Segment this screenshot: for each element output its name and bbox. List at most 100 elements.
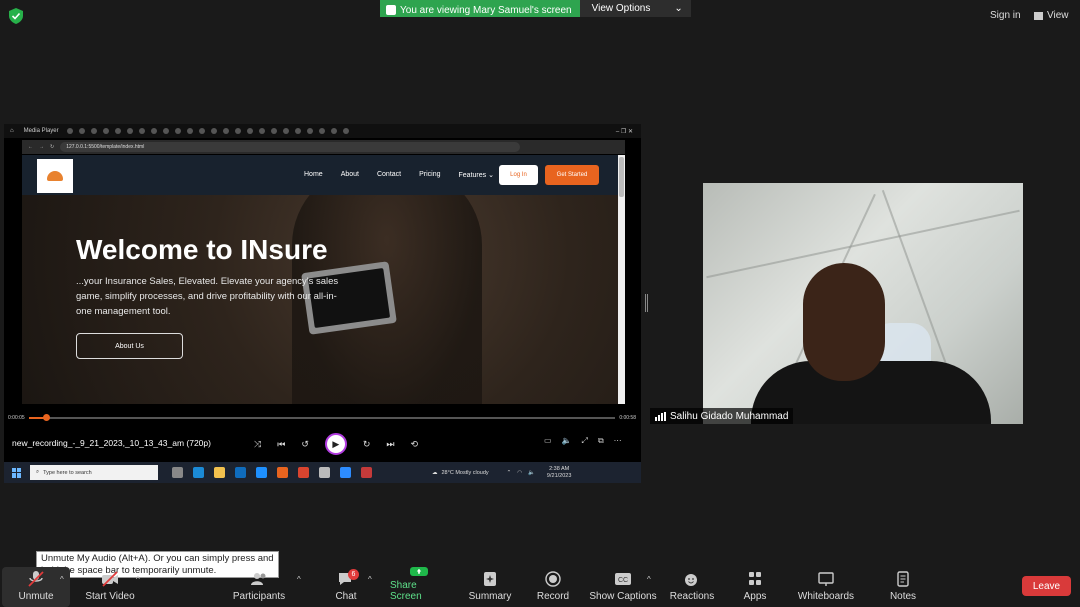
network-icon: ⌃ xyxy=(506,469,512,476)
windows-taskbar: ⌕ Type here to search ☁ 28°C Mostly clou… xyxy=(4,462,641,483)
shuffle-icon: ⤨ xyxy=(254,438,262,449)
signal-bars-icon xyxy=(655,411,666,421)
summary-icon xyxy=(484,572,496,586)
mail-icon xyxy=(256,467,267,478)
nav-home: Home xyxy=(304,171,323,178)
website-preview: Home About Contact Pricing Features ⌄ Lo… xyxy=(22,155,618,404)
wifi-icon: ◠ xyxy=(517,469,523,476)
audio-options-caret[interactable]: ^ xyxy=(60,575,64,584)
edge-icon xyxy=(193,467,204,478)
cast-icon: ▭ xyxy=(544,436,552,445)
apps-icon xyxy=(749,572,761,585)
view-button[interactable]: View xyxy=(1034,10,1069,21)
chat-icon: 6 xyxy=(337,569,359,587)
start-video-label: Start Video xyxy=(85,591,135,602)
chat-button[interactable]: 6 Chat xyxy=(326,567,366,607)
notes-icon xyxy=(897,571,909,587)
security-shield-icon[interactable] xyxy=(9,8,23,24)
chat-caret[interactable]: ^ xyxy=(368,575,372,584)
view-options-label: View Options xyxy=(591,3,651,14)
summary-label: Summary xyxy=(468,591,512,602)
url-field: 127.0.0.1:5500/template/index.html xyxy=(60,142,521,152)
participant-name: Salihu Gidado Muhammad xyxy=(670,410,789,422)
start-video-button[interactable]: Start Video xyxy=(82,567,138,607)
taskbar-weather: ☁ 28°C Mostly cloudy xyxy=(432,469,489,476)
leave-button[interactable]: Leave xyxy=(1022,576,1071,596)
more-icon: ⋯ xyxy=(613,436,622,445)
site-login-button: Log In xyxy=(499,165,538,185)
chrome-icon xyxy=(298,467,309,478)
viewing-status: You are viewing Mary Samuel's screen xyxy=(380,0,580,17)
apps-label: Apps xyxy=(743,591,767,602)
split-view-handle[interactable] xyxy=(645,294,648,312)
whiteboards-label: Whiteboards xyxy=(797,591,855,602)
home-icon: ⌂ xyxy=(10,128,14,134)
reactions-button[interactable]: Reactions xyxy=(668,567,716,607)
participant-name-tag: Salihu Gidado Muhammad xyxy=(650,408,794,424)
search-icon: ⌕ xyxy=(36,469,40,475)
system-tray: ⌃ ◠ 🔈 xyxy=(507,470,535,476)
play-icon: ▶ xyxy=(324,433,347,455)
store-icon xyxy=(235,467,246,478)
shared-screen[interactable]: ⌂ Media Player – ❐ ✕ ← → ↻ 127.0.0.1:550… xyxy=(4,124,641,483)
browser-tabs xyxy=(66,128,349,134)
site-logo xyxy=(37,159,73,193)
forward-icon: → xyxy=(39,144,44,150)
nav-about: About xyxy=(340,171,359,178)
next-icon: ⏭ xyxy=(386,438,395,449)
firefox-icon xyxy=(277,467,288,478)
taskbar-clock: 2:38 AM 9/21/2023 xyxy=(546,465,572,479)
hero-title: Welcome to INsure xyxy=(76,234,328,265)
notes-button[interactable]: Notes xyxy=(884,567,922,607)
time-elapsed: 0:00:05 xyxy=(8,415,25,421)
share-screen-button[interactable]: Share Screen xyxy=(390,567,448,607)
unmute-button[interactable]: Unmute xyxy=(2,567,70,607)
chevron-down-icon: ⌄ xyxy=(674,3,683,14)
participant-video[interactable] xyxy=(703,183,1023,424)
hero-description: ...your Insurance Sales, Elevated. Eleva… xyxy=(76,276,339,317)
media-player-titlebar: ⌂ Media Player – ❐ ✕ xyxy=(4,124,641,138)
media-player-icon xyxy=(361,467,372,478)
view-options-button[interactable]: View Options ⌄ xyxy=(579,0,691,17)
apps-button[interactable]: Apps xyxy=(738,567,772,607)
summary-button[interactable]: Summary xyxy=(466,567,514,607)
volume-icon: 🔈 xyxy=(561,436,572,445)
participants-caret[interactable]: ^ xyxy=(297,575,301,584)
record-label: Record xyxy=(536,591,570,602)
muted-mic-icon xyxy=(28,571,44,587)
svg-text:CC: CC xyxy=(618,577,628,584)
reload-icon: ↻ xyxy=(50,144,55,150)
window-controls-icon: – ❐ ✕ xyxy=(615,128,633,135)
video-options-caret[interactable]: ^ xyxy=(136,575,140,584)
show-captions-label: Show Captions xyxy=(589,591,657,602)
time-total: 0:00:58 xyxy=(619,415,636,421)
site-navbar: Home About Contact Pricing Features ⌄ Lo… xyxy=(22,155,618,195)
site-scrollbar xyxy=(618,155,625,404)
fullscreen-icon: ⤢ xyxy=(581,436,588,445)
show-captions-button[interactable]: CC Show Captions xyxy=(589,567,657,607)
view-label: View xyxy=(1047,10,1069,21)
player-controls: new_recording_-_9_21_2023,_10_13_43_am (… xyxy=(4,424,641,455)
participants-button[interactable]: Participants xyxy=(230,567,288,607)
site-about-button: About Us xyxy=(76,333,183,359)
seek-track xyxy=(28,414,616,421)
captions-caret[interactable]: ^ xyxy=(647,575,651,584)
player-filename: new_recording_-_9_21_2023,_10_13_43_am (… xyxy=(12,438,211,448)
unmute-label: Unmute xyxy=(18,591,54,602)
back-icon: ← xyxy=(28,144,33,150)
meeting-toolbar: Unmute ^ Start Video ^ Participants ^ 6 … xyxy=(0,567,1080,607)
sign-in-link[interactable]: Sign in xyxy=(990,10,1021,21)
whiteboards-button[interactable]: Whiteboards xyxy=(795,567,857,607)
site-nav-links: Home About Contact Pricing Features ⌄ xyxy=(304,171,494,179)
repeat-icon: ⟲ xyxy=(410,438,419,449)
participant-face xyxy=(803,263,885,381)
record-button[interactable]: Record xyxy=(532,567,574,607)
viewing-status-text: You are viewing Mary Samuel's screen xyxy=(400,4,572,16)
meeting-top-bar: You are viewing Mary Samuel's screen Vie… xyxy=(0,0,1080,32)
captions-icon: CC xyxy=(615,573,631,585)
reactions-icon xyxy=(685,574,697,586)
previous-icon: ⏮ xyxy=(277,438,286,449)
reactions-label: Reactions xyxy=(669,591,715,602)
view-layout-icon xyxy=(1034,11,1043,20)
seek-knob xyxy=(43,414,51,421)
